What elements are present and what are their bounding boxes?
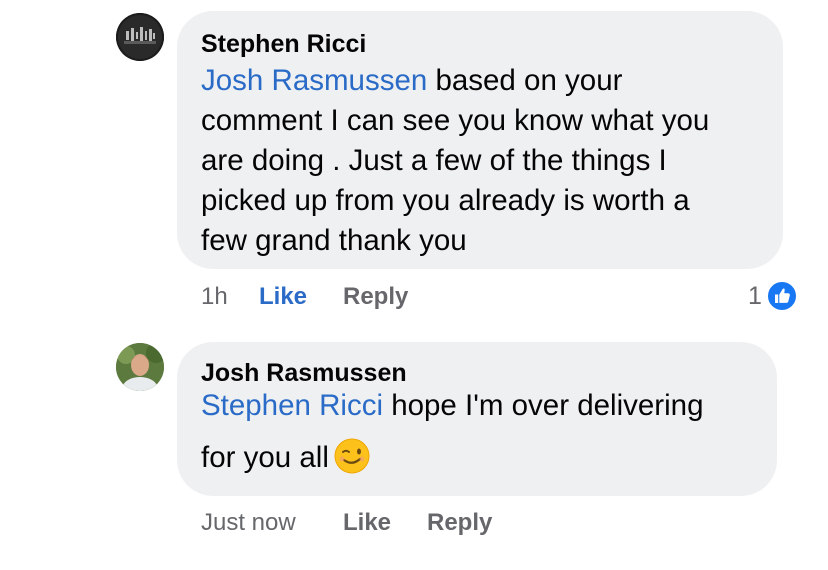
comment-actions: Just now Like Reply bbox=[201, 509, 492, 537]
thumbs-up-icon bbox=[765, 280, 798, 312]
comment-line: based on your bbox=[427, 64, 623, 97]
winking-face-icon bbox=[333, 437, 371, 475]
mention-link[interactable]: Josh Rasmussen bbox=[201, 64, 427, 97]
comment-text: Josh Rasmussen based on your comment I ca… bbox=[201, 61, 759, 261]
reply-button[interactable]: Reply bbox=[343, 283, 408, 311]
reply-button[interactable]: Reply bbox=[427, 509, 492, 537]
comment-line: hope I'm over delivering bbox=[383, 389, 704, 422]
comment-line: picked up from you already is worth a bbox=[201, 184, 690, 217]
comment-timestamp[interactable]: Just now bbox=[201, 509, 343, 537]
reaction-summary[interactable]: 1 bbox=[748, 280, 798, 312]
comment-actions: 1h Like Reply bbox=[201, 283, 408, 311]
avatar-josh-rasmussen[interactable] bbox=[116, 343, 164, 391]
mention-link[interactable]: Stephen Ricci bbox=[201, 389, 383, 422]
reaction-count: 1 bbox=[748, 281, 762, 310]
comment-text: Stephen Ricci hope I'm over delivering fo… bbox=[201, 380, 753, 484]
avatar-image bbox=[116, 343, 164, 391]
comment-bubble: Stephen Ricci Josh Rasmussen based on yo… bbox=[177, 11, 783, 269]
like-button[interactable]: Like bbox=[343, 509, 427, 537]
like-button[interactable]: Like bbox=[259, 283, 343, 311]
comment-timestamp[interactable]: 1h bbox=[201, 283, 259, 311]
comment-bubble: Josh Rasmussen Stephen Ricci hope I'm ov… bbox=[177, 342, 777, 496]
comment-line: are doing . Just a few of the things I bbox=[201, 144, 667, 177]
comment-thread: Stephen Ricci Josh Rasmussen based on yo… bbox=[0, 0, 828, 570]
comment-line: comment I can see you know what you bbox=[201, 104, 710, 137]
avatar-stephen-ricci[interactable] bbox=[116, 13, 164, 61]
comment-line: for you all bbox=[201, 441, 329, 474]
comment-line: few grand thank you bbox=[201, 224, 467, 257]
avatar-image bbox=[116, 13, 164, 61]
comment-author[interactable]: Stephen Ricci bbox=[201, 29, 759, 59]
